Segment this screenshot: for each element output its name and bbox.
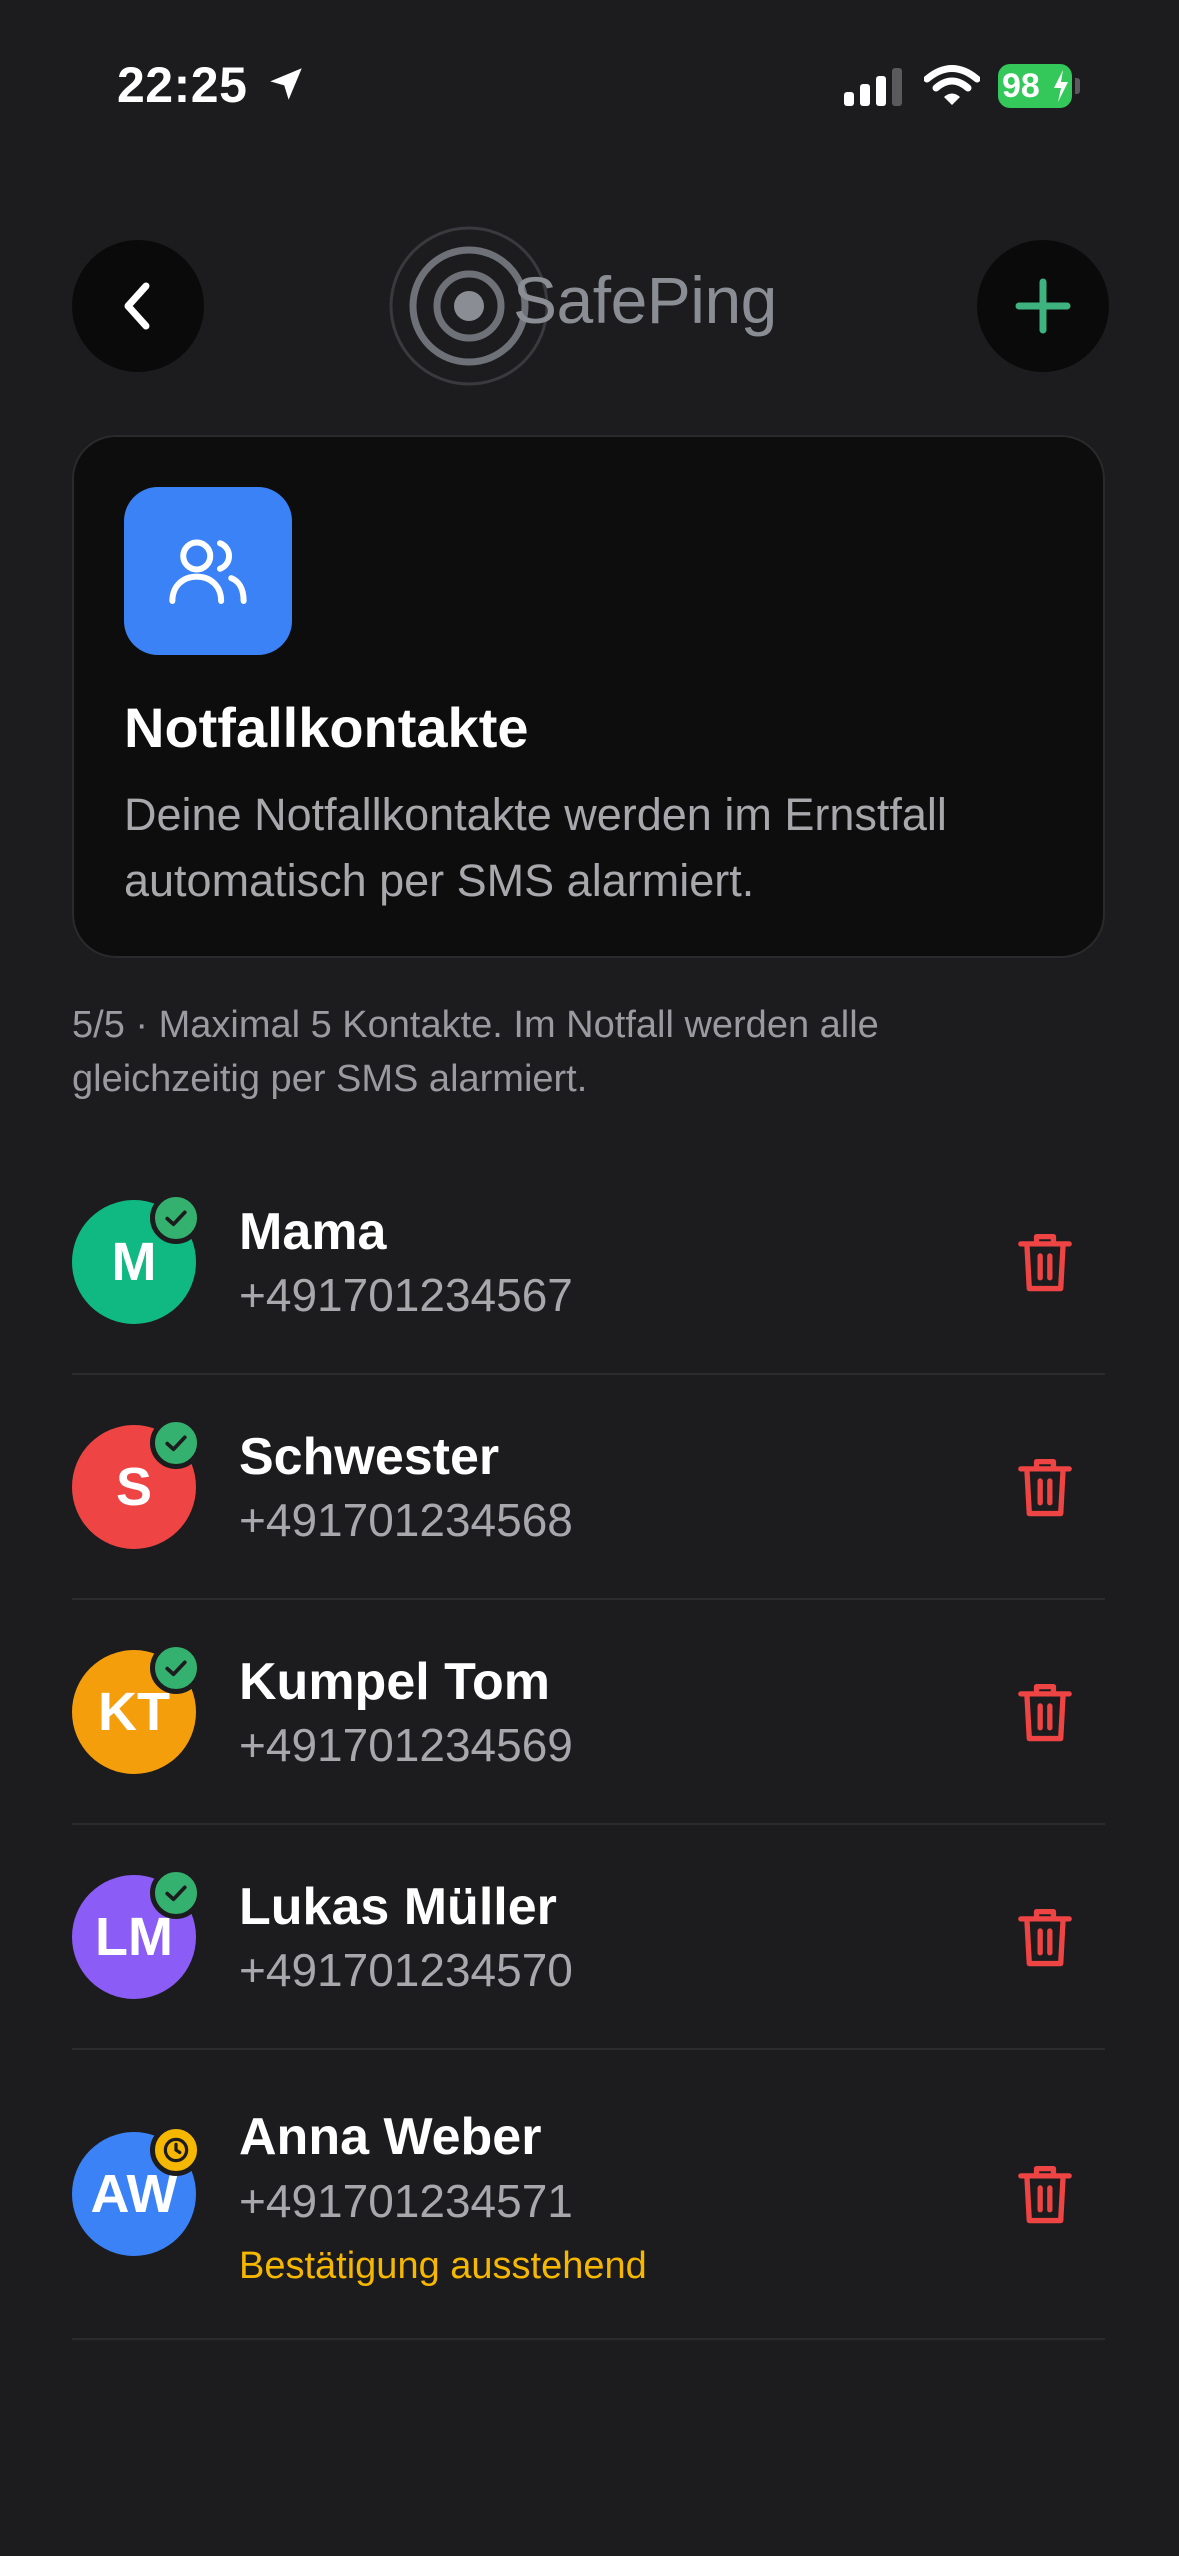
- chevron-left-icon: [124, 282, 150, 330]
- contact-phone: +491701234570: [239, 1944, 573, 1996]
- card-title: Notfallkontakte: [124, 696, 529, 759]
- wifi-icon: [924, 65, 980, 105]
- clock-icon: [163, 2137, 189, 2163]
- contact-phone: +491701234568: [239, 1494, 573, 1546]
- trash-icon: [1018, 1233, 1072, 1292]
- pending-status-badge: [150, 2124, 202, 2176]
- info-card: Notfallkontakte Deine Notfallkontakte we…: [72, 435, 1105, 958]
- battery-level: 98: [1002, 67, 1040, 105]
- delete-contact-button[interactable]: [1012, 1450, 1078, 1524]
- battery-indicator: 98: [998, 64, 1080, 108]
- delete-contact-button[interactable]: [1012, 1675, 1078, 1749]
- checkmark-icon: [165, 1885, 187, 1902]
- contact-row[interactable]: M Mama +491701234567: [72, 1150, 1105, 1375]
- trash-icon: [1018, 2165, 1072, 2224]
- contact-row[interactable]: AW Anna Weber +491701234571 Bestätigung aus…: [72, 2050, 1105, 2340]
- confirmed-status-badge: [150, 1192, 202, 1244]
- contact-name: Mama: [239, 1203, 387, 1261]
- card-icon-box: [124, 487, 292, 655]
- delete-contact-button[interactable]: [1012, 1225, 1078, 1299]
- contact-status-label: Bestätigung ausstehend: [239, 2245, 647, 2287]
- safeping-logo: SafePing: [385, 222, 777, 390]
- users-icon: [169, 539, 247, 604]
- logo-text: SafePing: [513, 263, 777, 337]
- status-time: 22:25: [117, 57, 248, 113]
- checkmark-icon: [165, 1210, 187, 1227]
- charging-bolt-icon: [1054, 70, 1068, 102]
- back-button[interactable]: [72, 240, 204, 372]
- checkmark-icon: [165, 1435, 187, 1452]
- card-description: Deine Notfallkontakte werden im Ernstfal…: [124, 789, 947, 906]
- confirmed-status-badge: [150, 1642, 202, 1694]
- add-contact-button[interactable]: [977, 240, 1109, 372]
- contact-name: Lukas Müller: [239, 1878, 557, 1936]
- delete-contact-button[interactable]: [1012, 1900, 1078, 1974]
- status-bar: 22:25 98: [0, 0, 1179, 170]
- confirmed-status-badge: [150, 1417, 202, 1469]
- checkmark-icon: [165, 1660, 187, 1677]
- contact-name: Schwester: [239, 1428, 500, 1486]
- contact-row[interactable]: LM Lukas Müller +491701234570: [72, 1825, 1105, 2050]
- contact-phone: +491701234569: [239, 1719, 573, 1771]
- contact-phone: +491701234571: [239, 2175, 573, 2227]
- contacts-limit-hint: 5/5 · Maximal 5 Kontakte. Im Notfall wer…: [72, 1004, 879, 1100]
- contact-row[interactable]: S Schwester +491701234568: [72, 1375, 1105, 1600]
- contacts-list: M Mama +491701234567 S Schwester +49170123456…: [72, 1150, 1105, 2340]
- plus-icon: [1015, 278, 1071, 334]
- trash-icon: [1018, 1908, 1072, 1967]
- location-arrow-icon: [270, 68, 302, 100]
- trash-icon: [1018, 1683, 1072, 1742]
- delete-contact-button[interactable]: [1012, 2157, 1078, 2231]
- contact-row[interactable]: KT Kumpel Tom +491701234569: [72, 1600, 1105, 1825]
- contact-phone: +491701234567: [239, 1269, 573, 1321]
- cellular-signal-icon: [844, 68, 902, 106]
- confirmed-status-badge: [150, 1867, 202, 1919]
- trash-icon: [1018, 1458, 1072, 1517]
- contact-name: Kumpel Tom: [239, 1653, 551, 1711]
- contact-name: Anna Weber: [239, 2108, 542, 2166]
